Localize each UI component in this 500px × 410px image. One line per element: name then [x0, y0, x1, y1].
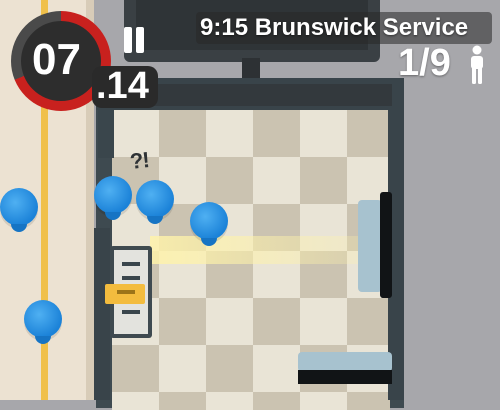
passenger[interactable]: [190, 202, 228, 246]
left-wall-upper: [98, 110, 114, 158]
train-coupler: [242, 58, 260, 78]
passenger[interactable]: [94, 176, 132, 220]
passenger[interactable]: [0, 188, 38, 232]
passenger-count: 1/9: [398, 42, 451, 84]
machine-slot: [122, 276, 140, 280]
ticket[interactable]: [105, 284, 145, 304]
pause-bar: [136, 27, 144, 53]
surprise-marks: ?!: [128, 147, 150, 174]
passenger-alerted[interactable]: [136, 180, 174, 224]
passenger[interactable]: [24, 300, 62, 344]
timer-seconds: .14: [96, 65, 149, 107]
light-beam: [150, 236, 360, 264]
machine-slot: [122, 262, 140, 266]
person-icon: [471, 45, 483, 84]
bench-right: [358, 200, 382, 292]
bench-bottom: [298, 352, 392, 372]
door-bottom: [298, 370, 392, 384]
door-right: [380, 192, 392, 298]
machine-slot: [122, 310, 140, 314]
ticket-stripe: [117, 290, 135, 294]
left-wall-lower: [94, 228, 110, 400]
pause-icon[interactable]: [122, 27, 148, 55]
pause-bar: [124, 27, 132, 53]
timer-minutes: 07: [32, 35, 81, 84]
platform-edge: [130, 84, 392, 106]
